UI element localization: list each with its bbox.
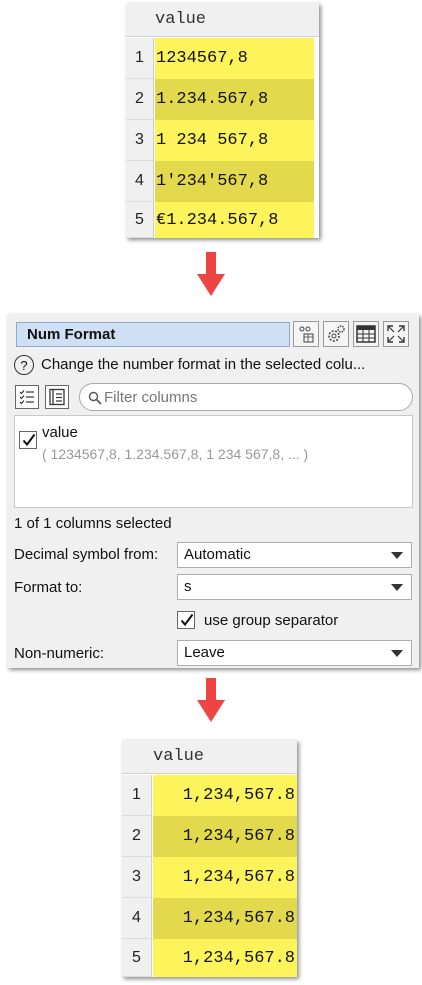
format-to-label: Format to: [14, 579, 83, 596]
group-separator-checkbox[interactable] [177, 611, 195, 629]
description-row: ? Change the number format in the select… [14, 355, 414, 377]
output-cell[interactable]: 1,234,567.8 [153, 816, 297, 857]
dialog-title[interactable]: Num Format [16, 322, 290, 347]
output-row-number: 5 [122, 939, 152, 977]
decimal-symbol-label: Decimal symbol from: [14, 546, 159, 563]
input-row-number: 3 [126, 120, 154, 161]
search-icon [88, 391, 102, 405]
table-icon[interactable] [353, 321, 379, 347]
output-cell[interactable]: 1,234,567.8 [153, 775, 297, 816]
output-row-number: 3 [122, 857, 152, 898]
output-cell[interactable]: 1,234,567.8 [153, 939, 297, 977]
column-sample: ( 1234567,8, 1.234.567,8, 1 234 567,8, .… [42, 446, 309, 462]
down-arrow-icon [197, 678, 225, 722]
calculator-icon[interactable] [293, 321, 319, 347]
column-name[interactable]: value [42, 424, 78, 441]
non-numeric-label: Non-numeric: [14, 645, 105, 662]
input-column-header[interactable]: value [155, 10, 206, 29]
chevron-down-icon [391, 584, 403, 591]
format-to-value: s [184, 578, 192, 595]
input-row-number: 4 [126, 161, 154, 202]
output-table-header: value [122, 740, 297, 774]
checklist-icon[interactable] [15, 385, 39, 409]
decimal-symbol-value: Automatic [184, 546, 251, 563]
input-cell[interactable]: 1234567,8 [155, 38, 314, 79]
format-to-select[interactable]: s [177, 574, 412, 600]
output-row-number: 4 [122, 898, 152, 939]
output-column-header[interactable]: value [153, 747, 204, 766]
selected-count: 1 of 1 columns selected [14, 515, 172, 532]
output-row-number: 1 [122, 775, 152, 816]
non-numeric-select[interactable]: Leave [177, 640, 412, 666]
input-table-header: value [126, 3, 319, 37]
non-numeric-value: Leave [184, 644, 225, 661]
output-table: value 1 1,234,567.8 2 1,234,567.8 3 1,23… [122, 740, 297, 977]
column-list: value ( 1234567,8, 1.234.567,8, 1 234 56… [14, 415, 413, 508]
list-icon[interactable] [45, 385, 69, 409]
input-row-number: 5 [126, 202, 154, 238]
expand-icon[interactable] [383, 321, 409, 347]
gear-icon[interactable] [323, 321, 349, 347]
input-cell[interactable]: 1 234 567,8 [155, 120, 314, 161]
input-cell[interactable]: €1.234.567,8 [155, 202, 314, 238]
filter-placeholder: Filter columns [104, 389, 198, 406]
column-checkbox[interactable] [19, 431, 37, 449]
down-arrow-icon [197, 252, 225, 296]
chevron-down-icon [391, 650, 403, 657]
help-icon[interactable]: ? [14, 355, 34, 375]
input-cell[interactable]: 1.234.567,8 [155, 79, 314, 120]
output-row-number: 2 [122, 816, 152, 857]
num-format-dialog: Num Format ? Change the number format in… [7, 314, 419, 668]
input-cell[interactable]: 1'234'567,8 [155, 161, 314, 202]
decimal-symbol-select[interactable]: Automatic [177, 542, 412, 568]
input-row-number: 2 [126, 79, 154, 120]
dialog-description: Change the number format in the selected… [41, 356, 366, 373]
output-cell[interactable]: 1,234,567.8 [153, 898, 297, 939]
input-table: value 1 1234567,8 2 1.234.567,8 3 1 234 … [126, 3, 319, 238]
input-row-number: 1 [126, 38, 154, 79]
filter-input[interactable]: Filter columns [79, 383, 413, 411]
chevron-down-icon [391, 552, 403, 559]
group-separator-label[interactable]: use group separator [204, 612, 338, 629]
output-cell[interactable]: 1,234,567.8 [153, 857, 297, 898]
